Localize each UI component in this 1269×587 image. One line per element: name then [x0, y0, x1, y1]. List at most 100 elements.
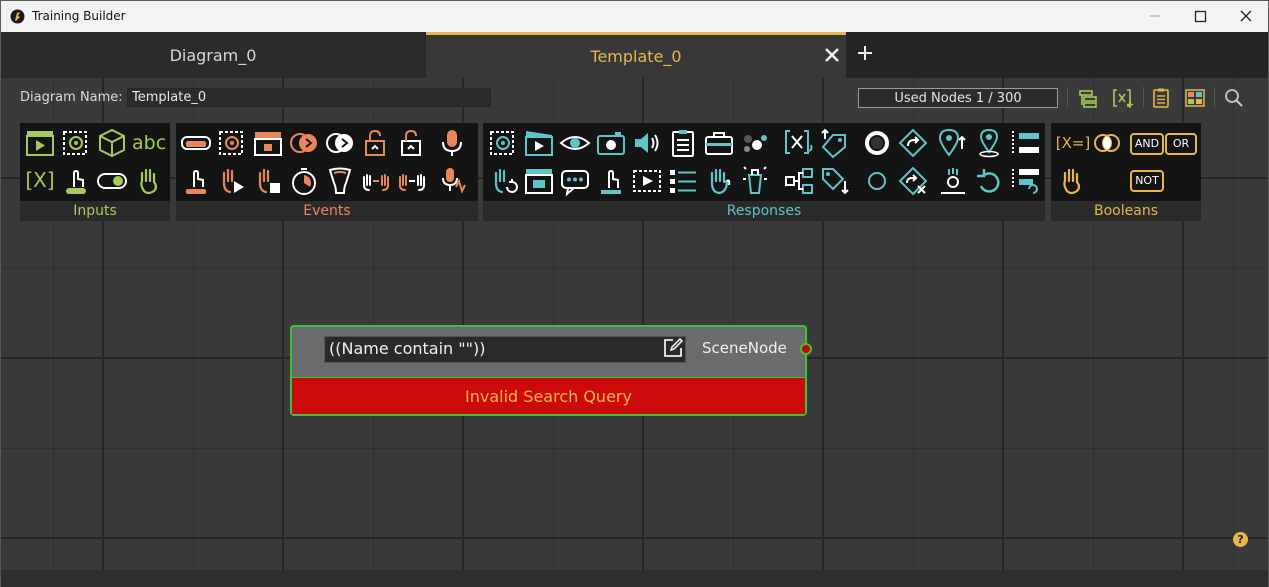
touch-event-icon[interactable] [180, 165, 212, 197]
title-bar: Training Builder [1, 1, 1268, 32]
hide-video-icon[interactable] [523, 165, 555, 197]
media-player-icon[interactable] [631, 165, 663, 197]
message-icon[interactable] [559, 165, 591, 197]
not-button[interactable]: NOT [1130, 170, 1164, 192]
tab-template-0[interactable]: Template_0 [426, 32, 846, 78]
inputs-label: Inputs [73, 203, 117, 219]
cube-icon[interactable] [96, 127, 128, 159]
or-button[interactable]: OR [1165, 133, 1197, 155]
video-input-icon[interactable] [24, 127, 56, 159]
clipboard-icon[interactable] [1150, 87, 1172, 109]
and-button[interactable]: AND [1130, 133, 1164, 155]
highlight-ring-icon[interactable] [861, 127, 893, 159]
set-variable-icon[interactable] [783, 127, 815, 159]
add-tab-icon[interactable] [856, 44, 874, 62]
cancel-redirect-icon[interactable] [897, 165, 929, 197]
camera-icon[interactable] [595, 127, 627, 159]
booleans-palette: [X=] AND OR NOT Booleans [1051, 123, 1201, 221]
app-logo-icon [10, 9, 25, 24]
scene-object-icon[interactable] [60, 127, 92, 159]
toolbar-separator [1143, 87, 1144, 107]
sound-icon[interactable] [631, 127, 663, 159]
app-window: Training Builder Diagram_0 Template_0 Di… [0, 0, 1269, 587]
tag-down-icon[interactable] [819, 165, 851, 197]
circle-outline-icon[interactable] [861, 165, 893, 197]
variable-icon[interactable]: [X] [24, 165, 56, 197]
events-palette: Events [176, 123, 478, 221]
clapper-event-icon[interactable] [252, 127, 284, 159]
search-icon[interactable] [1223, 87, 1245, 109]
spray-bottle-icon[interactable] [739, 165, 771, 197]
toggle-icon[interactable] [96, 165, 128, 197]
maximize-icon[interactable] [1177, 5, 1223, 27]
used-nodes-counter: Used Nodes 1 / 300 [858, 88, 1058, 108]
inputs-tiles: abc [X] [20, 123, 170, 201]
output-port[interactable] [800, 343, 812, 355]
list-align-icon[interactable] [1009, 127, 1041, 159]
responses-palette: Responses [483, 123, 1045, 221]
palette-grid-icon[interactable] [1184, 87, 1206, 109]
text-value-icon[interactable]: abc [132, 129, 166, 161]
close-tab-icon[interactable] [823, 46, 841, 64]
show-icon[interactable] [559, 127, 591, 159]
skip-icon[interactable] [324, 127, 356, 159]
scene-node[interactable]: ((Name contain "")) SceneNode Invalid Se… [290, 325, 812, 416]
lock-open-icon[interactable] [396, 127, 428, 159]
help-button[interactable]: ? [1233, 532, 1248, 547]
not-label: NOT [1135, 174, 1159, 187]
teleport-icon[interactable] [937, 165, 969, 197]
redirect-icon[interactable] [897, 127, 929, 159]
hand-boolean-icon[interactable] [1055, 165, 1087, 197]
booleans-label: Booleans [1094, 203, 1158, 219]
tab-diagram-0[interactable]: Diagram_0 [1, 32, 425, 78]
bullet-list-icon[interactable] [667, 165, 699, 197]
list-loop-icon[interactable] [1009, 165, 1041, 197]
grab-hands-icon[interactable] [360, 165, 392, 197]
events-label: Events [303, 203, 351, 219]
search-query-input[interactable]: ((Name contain "")) [324, 336, 686, 363]
checklist-icon[interactable] [667, 127, 699, 159]
play-video-icon[interactable] [523, 127, 555, 159]
add-variable-icon[interactable] [1112, 87, 1134, 109]
unlock-icon[interactable] [360, 127, 392, 159]
voice-wave-icon[interactable] [436, 165, 468, 197]
and-label: AND [1134, 137, 1160, 150]
hierarchy-response-icon[interactable] [783, 165, 815, 197]
toolbar-separator [1214, 87, 1215, 107]
particles-icon[interactable] [739, 127, 771, 159]
used-nodes-text: Used Nodes 1 / 300 [894, 90, 1022, 106]
focus-object-icon[interactable] [487, 127, 519, 159]
hand-rotate-icon[interactable] [487, 165, 519, 197]
press-response-icon[interactable] [595, 165, 627, 197]
compare-variable-icon[interactable]: [X=] [1053, 129, 1093, 161]
responses-label: Responses [726, 203, 802, 219]
timer-icon[interactable] [288, 165, 320, 197]
booleans-tiles: [X=] AND OR NOT [1051, 123, 1201, 201]
hand-input-icon[interactable] [132, 165, 164, 197]
hand-play-icon[interactable] [216, 165, 248, 197]
undo-icon[interactable] [973, 165, 1005, 197]
tag-up-icon[interactable] [819, 127, 851, 159]
hand-stop-icon[interactable] [252, 165, 284, 197]
node-type-label: SceneNode [702, 339, 787, 357]
tab-bar: Diagram_0 Template_0 [1, 32, 1268, 78]
object-event-icon[interactable] [216, 127, 248, 159]
location-pin-icon[interactable] [973, 127, 1005, 159]
responses-tiles [483, 123, 1045, 201]
intersect-icon[interactable] [1091, 127, 1123, 159]
location-up-icon[interactable] [937, 127, 969, 159]
next-step-icon[interactable] [288, 127, 320, 159]
hand-outline-icon[interactable] [703, 165, 735, 197]
release-hands-icon[interactable] [396, 165, 428, 197]
glove-icon[interactable] [324, 165, 356, 197]
hierarchy-icon[interactable] [1077, 87, 1099, 109]
diagram-name-input[interactable]: Template_0 [127, 88, 491, 107]
diagram-name-label: Diagram Name: [20, 90, 123, 105]
edit-icon[interactable] [662, 337, 684, 359]
vr-headset-icon[interactable] [180, 127, 212, 159]
microphone-icon[interactable] [436, 127, 468, 159]
close-window-icon[interactable] [1223, 5, 1269, 27]
minimize-icon[interactable] [1132, 5, 1178, 27]
toolbox-icon[interactable] [703, 127, 735, 159]
touch-button-icon[interactable] [60, 165, 92, 197]
